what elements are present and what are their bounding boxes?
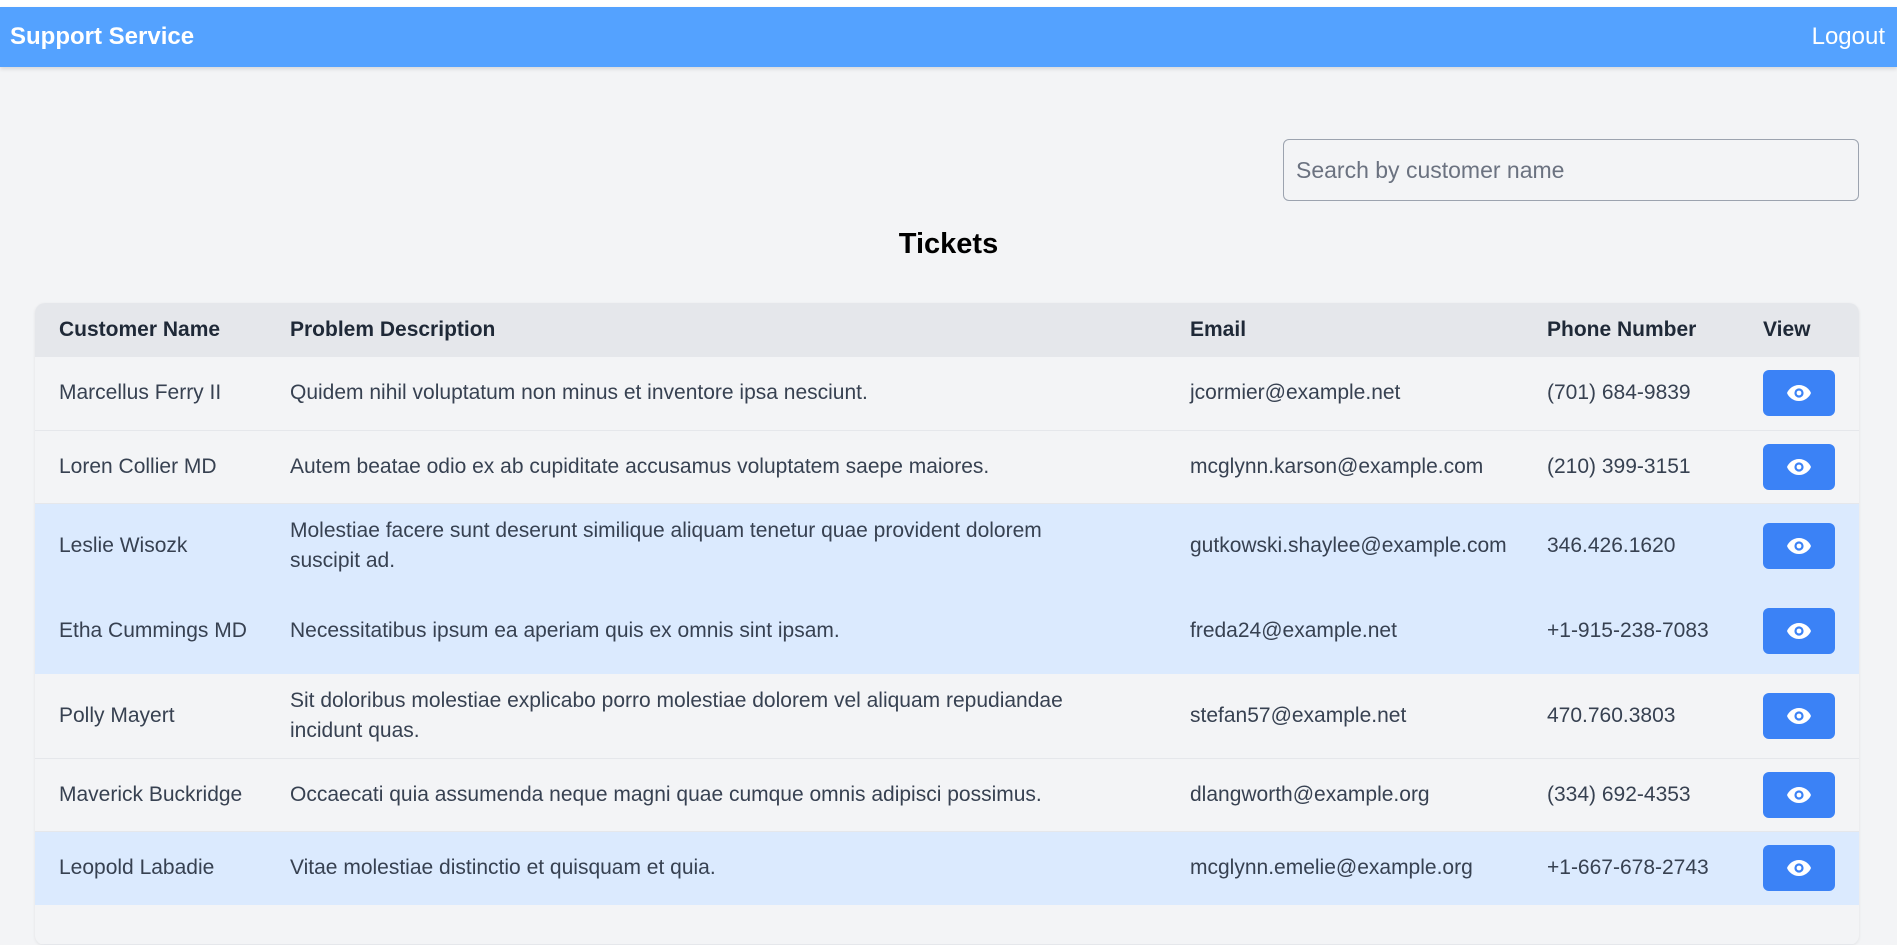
- eye-icon: [1787, 385, 1811, 402]
- email-cell: freda24@example.net: [1190, 618, 1397, 642]
- view-ticket-button[interactable]: [1763, 607, 1835, 654]
- problem-description-cell: Autem beatae odio ex ab cupiditate accus…: [290, 454, 990, 478]
- view-ticket-button[interactable]: [1763, 844, 1835, 891]
- view-cell: [1739, 357, 1859, 430]
- customer-name-cell: Polly Mayert: [59, 703, 175, 727]
- table-row: Leslie Wisozk Molestiae facere sunt dese…: [35, 503, 1859, 588]
- eye-icon: [1787, 458, 1811, 475]
- phone-number-cell: (334) 692-4353: [1547, 782, 1691, 806]
- phone-number-cell: (210) 399-3151: [1547, 454, 1691, 478]
- table-row-partial: [35, 904, 1859, 944]
- view-cell: [1739, 831, 1859, 904]
- eye-icon: [1787, 622, 1811, 639]
- phone-number-cell: +1-915-238-7083: [1547, 618, 1709, 642]
- view-ticket-button[interactable]: [1763, 771, 1835, 818]
- email-cell: mcglynn.emelie@example.org: [1190, 855, 1473, 879]
- email-cell: gutkowski.shaylee@example.com: [1190, 533, 1507, 557]
- customer-name-cell: Maverick Buckridge: [59, 782, 243, 806]
- email-cell: mcglynn.karson@example.com: [1190, 454, 1484, 478]
- problem-description-cell: Vitae molestiae distinctio et quisquam e…: [290, 855, 716, 879]
- column-header-customer-name: Customer Name: [59, 318, 221, 341]
- column-header-problem-description: Problem Description: [290, 318, 496, 341]
- table-row: Etha Cummings MD Necessitatibus ipsum ea…: [35, 588, 1859, 673]
- view-cell: [1739, 430, 1859, 503]
- email-cell: dlangworth@example.org: [1190, 782, 1430, 806]
- problem-description-cell: Occaecati quia assumenda neque magni qua…: [290, 782, 1042, 806]
- problem-description-cell: Quidem nihil voluptatum non minus et inv…: [290, 381, 868, 405]
- view-ticket-button[interactable]: [1763, 370, 1835, 417]
- table-row: Loren Collier MD Autem beatae odio ex ab…: [35, 430, 1859, 503]
- email-cell: jcormier@example.net: [1190, 381, 1401, 405]
- column-header-phone-number: Phone Number: [1547, 318, 1697, 341]
- eye-icon: [1787, 537, 1811, 554]
- table-row: Marcellus Ferry II Quidem nihil voluptat…: [35, 357, 1859, 430]
- column-header-view: View: [1763, 318, 1811, 341]
- table-header-row: Customer Name Problem Description Email …: [35, 303, 1859, 357]
- navbar: Support Service Logout: [0, 7, 1897, 67]
- customer-name-cell: Marcellus Ferry II: [59, 381, 222, 405]
- view-cell: [1739, 758, 1859, 831]
- problem-description-cell: Necessitatibus ipsum ea aperiam quis ex …: [290, 618, 840, 642]
- eye-icon: [1787, 859, 1811, 876]
- brand-title[interactable]: Support Service: [10, 23, 194, 51]
- problem-description-cell: Molestiae facere sunt deserunt similique…: [290, 518, 1042, 572]
- customer-name-cell: Leopold Labadie: [59, 855, 215, 879]
- view-cell: [1739, 673, 1859, 758]
- problem-description-cell: Sit doloribus molestiae explicabo porro …: [290, 688, 1063, 742]
- customer-name-cell: Etha Cummings MD: [59, 618, 247, 642]
- phone-number-cell: +1-667-678-2743: [1547, 855, 1709, 879]
- table-row: Polly Mayert Sit doloribus molestiae exp…: [35, 673, 1859, 758]
- email-cell: stefan57@example.net: [1190, 703, 1407, 727]
- eye-icon: [1787, 786, 1811, 803]
- customer-name-cell: Leslie Wisozk: [59, 533, 188, 557]
- logout-link[interactable]: Logout: [1812, 23, 1887, 51]
- table-row: Leopold Labadie Vitae molestiae distinct…: [35, 831, 1859, 904]
- view-cell: [1739, 503, 1859, 588]
- view-ticket-button[interactable]: [1763, 443, 1835, 490]
- view-ticket-button[interactable]: [1763, 522, 1835, 569]
- view-cell: [1739, 588, 1859, 673]
- customer-name-cell: Loren Collier MD: [59, 454, 217, 478]
- column-header-email: Email: [1190, 318, 1247, 341]
- tickets-table: Customer Name Problem Description Email …: [35, 303, 1859, 945]
- phone-number-cell: 346.426.1620: [1547, 533, 1676, 557]
- view-ticket-button[interactable]: [1763, 692, 1835, 739]
- table-body: Marcellus Ferry II Quidem nihil voluptat…: [35, 357, 1859, 944]
- page-title: Tickets: [898, 228, 999, 260]
- search-input[interactable]: [1283, 139, 1859, 201]
- phone-number-cell: (701) 684-9839: [1547, 381, 1691, 405]
- eye-icon: [1787, 707, 1811, 724]
- table-row: Maverick Buckridge Occaecati quia assume…: [35, 758, 1859, 831]
- phone-number-cell: 470.760.3803: [1547, 703, 1676, 727]
